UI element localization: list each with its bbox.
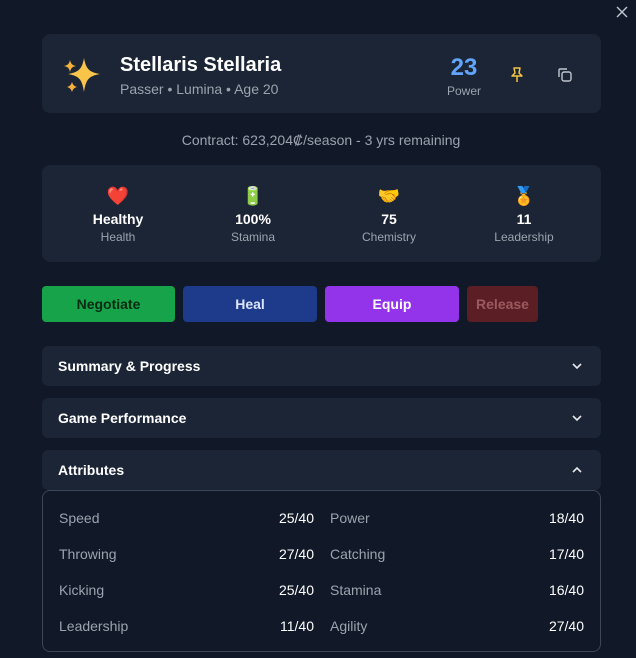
attribute-row: Throwing 27/40: [59, 546, 314, 562]
section-title: Attributes: [58, 462, 125, 478]
attribute-name: Speed: [59, 510, 100, 526]
stat-chemistry: 🤝 75 Chemistry: [339, 185, 439, 244]
handshake-icon: 🤝: [377, 186, 401, 206]
summary-progress-section[interactable]: Summary & Progress: [42, 346, 601, 386]
attribute-row: Catching 17/40: [330, 546, 584, 562]
attribute-value: 25/40: [278, 582, 314, 598]
equip-button[interactable]: Equip: [325, 286, 459, 322]
attribute-row: Kicking 25/40: [59, 582, 314, 598]
attribute-name: Catching: [330, 546, 386, 562]
contract-info: Contract: 623,204₡/season - 3 yrs remain…: [181, 132, 461, 148]
attribute-name: Leadership: [59, 618, 129, 634]
copy-icon[interactable]: [556, 66, 574, 84]
sparkles-icon: [64, 58, 100, 92]
stat-label: Stamina: [230, 230, 276, 244]
stat-label: Health: [100, 230, 136, 244]
chevron-up-icon: [572, 466, 582, 473]
release-button[interactable]: Release: [467, 286, 538, 322]
stat-stamina: 🔋 100% Stamina: [203, 185, 303, 244]
attribute-value: 16/40: [548, 582, 584, 598]
chevron-down-icon: [572, 363, 582, 370]
stat-value: Healthy: [92, 211, 144, 227]
close-icon[interactable]: [614, 4, 630, 20]
stat-label: Leadership: [494, 230, 554, 244]
stat-leadership: 🏅 11 Leadership: [474, 185, 574, 244]
stats-card: ❤️ Healthy Health 🔋 100% Stamina 🤝 75 Ch…: [42, 165, 601, 262]
negotiate-button[interactable]: Negotiate: [42, 286, 175, 322]
stat-value: 100%: [235, 211, 271, 227]
attribute-name: Power: [330, 510, 370, 526]
stat-label: Chemistry: [361, 230, 416, 244]
heart-icon: ❤️: [106, 186, 130, 206]
attributes-section[interactable]: Attributes: [42, 450, 601, 490]
section-title: Game Performance: [58, 410, 187, 426]
medal-icon: 🏅: [512, 186, 536, 206]
attribute-row: Power 18/40: [330, 510, 584, 526]
player-header-card: Stellaris Stellaria Passer • Lumina • Ag…: [42, 34, 601, 113]
attribute-name: Kicking: [59, 582, 105, 598]
attribute-name: Throwing: [59, 546, 117, 562]
attribute-value: 18/40: [548, 510, 584, 526]
chevron-down-icon: [572, 415, 582, 422]
attribute-row: Stamina 16/40: [330, 582, 584, 598]
battery-icon: 🔋: [241, 186, 265, 206]
stat-value: 75: [381, 211, 397, 227]
pin-icon[interactable]: [509, 66, 525, 84]
attribute-value: 11/40: [280, 618, 314, 634]
attribute-value: 25/40: [278, 510, 314, 526]
player-name: Stellaris Stellaria: [120, 54, 282, 76]
attribute-name: Agility: [330, 618, 368, 634]
attribute-row: Leadership 11/40: [59, 618, 314, 634]
section-title: Summary & Progress: [58, 358, 201, 374]
attribute-value: 27/40: [548, 618, 584, 634]
player-subtitle: Passer • Lumina • Age 20: [120, 81, 279, 97]
power-label: Power: [446, 84, 481, 98]
attribute-row: Speed 25/40: [59, 510, 314, 526]
heal-button[interactable]: Heal: [183, 286, 317, 322]
attributes-panel: Speed 25/40 Power 18/40 Throwing 27/40 C…: [42, 490, 601, 652]
game-performance-section[interactable]: Game Performance: [42, 398, 601, 438]
attribute-name: Stamina: [330, 582, 382, 598]
attribute-row: Agility 27/40: [330, 618, 584, 634]
stat-value: 11: [516, 211, 532, 227]
attribute-value: 27/40: [278, 546, 314, 562]
power-value: 23: [450, 54, 478, 81]
stat-health: ❤️ Healthy Health: [68, 185, 168, 244]
attribute-value: 17/40: [548, 546, 584, 562]
